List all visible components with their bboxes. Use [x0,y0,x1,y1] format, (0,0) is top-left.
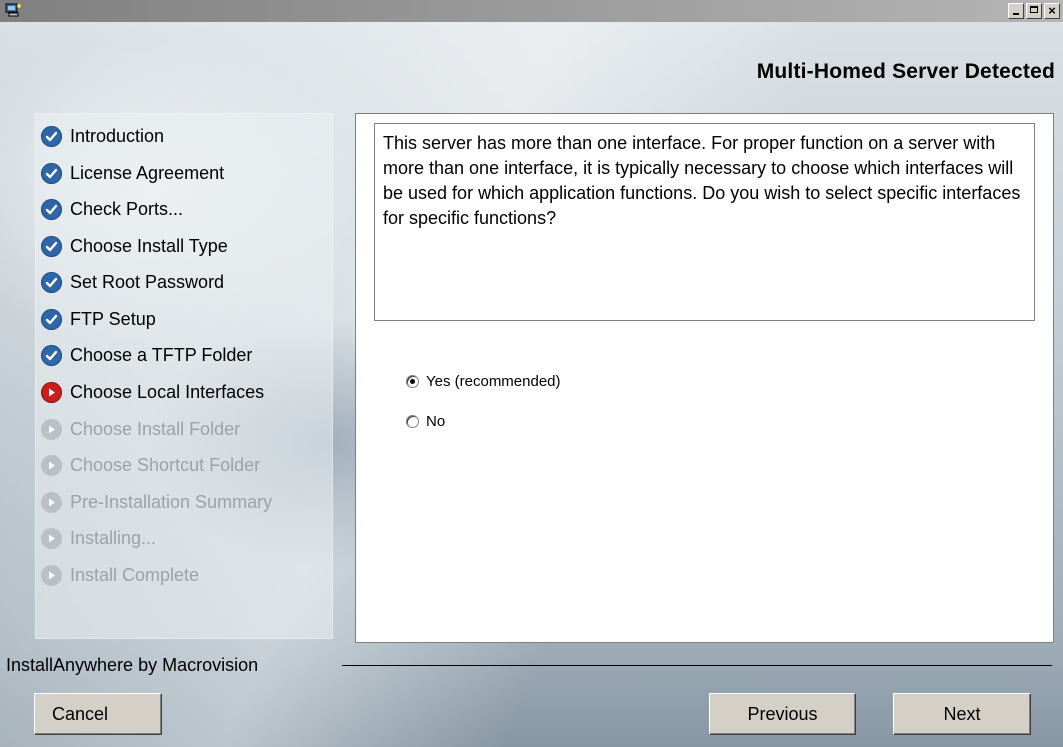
step-label: Choose Local Interfaces [70,381,265,402]
checkmark-icon [41,235,62,257]
step-label: Set Root Password [70,271,225,292]
checkmark-icon [41,198,62,220]
step-label: Introduction [70,125,165,146]
step-item: FTP Setup [41,307,156,331]
step-item: Choose Install Type [41,234,228,258]
window-controls: × [1006,3,1060,19]
step-label: Pre-Installation Summary [70,491,273,512]
step-item: Introduction [41,124,164,148]
radio-no[interactable] [406,415,419,428]
step-label: Installing... [70,527,157,548]
footer-divider [342,665,1052,666]
checkmark-icon [41,271,62,293]
step-item: Choose a TFTP Folder [41,343,252,367]
content-panel: This server has more than one interface.… [355,113,1054,643]
brand-label: InstallAnywhere by Macrovision [6,655,259,675]
close-icon[interactable]: × [1044,3,1060,19]
next-button-label: Next [943,703,981,724]
play-arrow-icon [41,491,62,513]
radio-yes[interactable] [406,375,419,388]
app-icon [5,3,21,17]
installer-window: × Multi-Homed Server Detected Introducti… [0,0,1063,747]
step-item: Set Root Password [41,270,224,294]
step-label: Choose Install Type [70,235,228,256]
minimize-icon[interactable] [1008,3,1024,19]
play-arrow-icon [41,527,62,549]
step-item: Pre-Installation Summary [41,490,272,514]
step-item: License Agreement [41,161,224,185]
step-label: Install Complete [70,564,200,585]
step-item: Check Ports... [41,197,183,221]
cancel-button[interactable]: Cancel [34,693,162,735]
step-label: License Agreement [70,162,225,183]
checkmark-icon [41,344,62,366]
step-label: Check Ports... [70,198,184,219]
play-arrow-icon [41,418,62,440]
cancel-button-label: Cancel [52,703,109,724]
step-label: Choose a TFTP Folder [70,344,253,365]
step-item: Choose Shortcut Folder [41,453,260,477]
step-item: Choose Local Interfaces [41,380,264,404]
step-label: Choose Install Folder [70,418,241,439]
step-item: Choose Install Folder [41,417,240,441]
previous-button[interactable]: Previous [709,693,856,735]
step-label: FTP Setup [70,308,156,329]
option-yes[interactable]: Yes (recommended) [406,373,561,390]
step-item: Installing... [41,526,156,550]
page-title: Multi-Homed Server Detected [756,60,1055,83]
title-bar[interactable]: × [0,0,1063,22]
step-label: Choose Shortcut Folder [70,454,261,475]
option-yes-label[interactable]: Yes (recommended) [426,373,561,390]
steps-sidebar: Introduction License Agreement Check Ports… [35,113,333,639]
play-arrow-icon [41,564,62,586]
option-no[interactable]: No [406,413,445,430]
maximize-icon[interactable] [1026,3,1042,19]
play-arrow-icon [41,454,62,476]
play-arrow-icon [41,381,62,403]
checkmark-icon [41,125,62,147]
next-button[interactable]: Next [893,693,1031,735]
checkmark-icon [41,308,62,330]
checkmark-icon [41,162,62,184]
step-item: Install Complete [41,563,199,587]
previous-button-label: Previous [747,703,818,724]
option-no-label[interactable]: No [426,413,445,430]
description-text: This server has more than one interface.… [374,123,1035,321]
